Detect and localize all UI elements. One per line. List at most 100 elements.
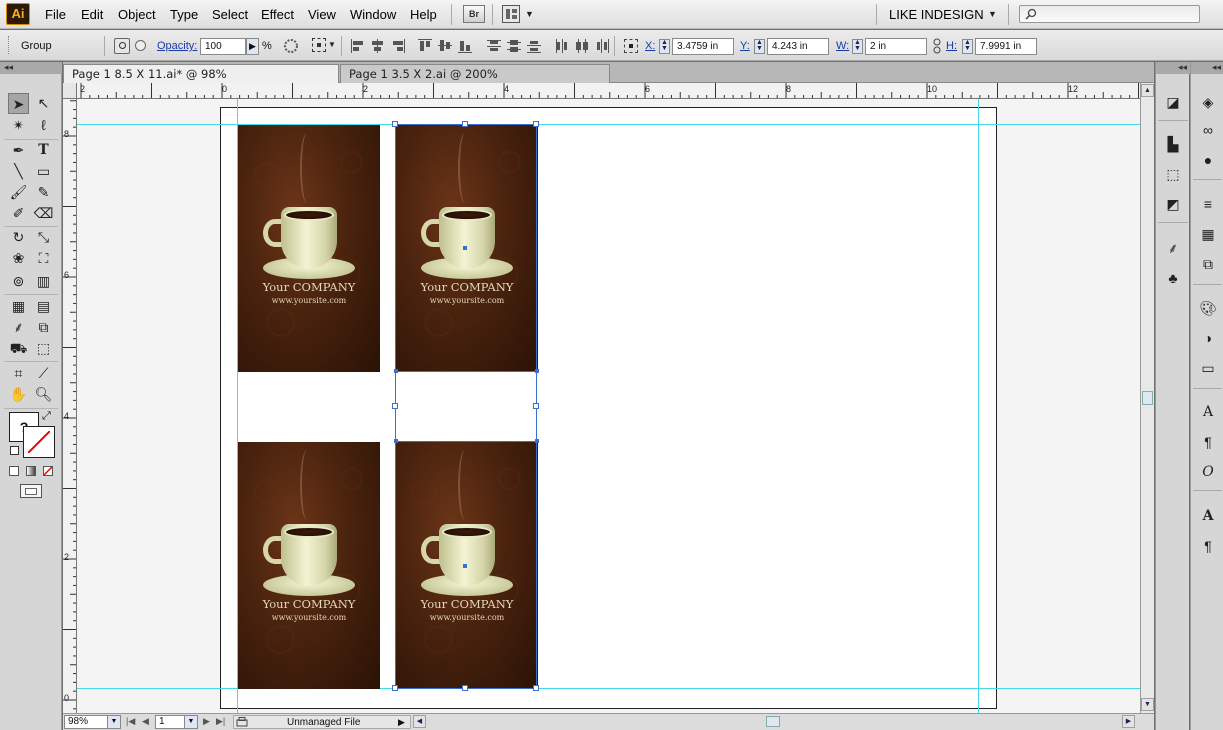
- default-fill-stroke-icon[interactable]: [10, 446, 19, 455]
- eyedropper-icon[interactable]: ⸙: [8, 317, 29, 338]
- x-input[interactable]: 3.4759 in: [672, 38, 734, 55]
- artboards-icon[interactable]: ⧉: [1198, 254, 1218, 274]
- tab-document-8-5x11[interactable]: Page 1 8.5 X 11.ai* @ 98% (CMYK/Preview)…: [63, 64, 339, 99]
- distribute-bottom-icon[interactable]: [526, 38, 542, 54]
- line-icon[interactable]: ╲: [8, 161, 29, 182]
- pen-icon[interactable]: ✒: [8, 140, 29, 161]
- scroll-down-button[interactable]: ▼: [1141, 698, 1154, 711]
- resize-handle[interactable]: [392, 685, 398, 691]
- brushes-icon[interactable]: ⸙: [1163, 238, 1183, 258]
- resize-handle[interactable]: [533, 685, 539, 691]
- menu-edit[interactable]: Edit: [81, 7, 103, 22]
- brush-style-icon[interactable]: [133, 38, 149, 54]
- tab-document-3-5x2[interactable]: Page 1 3.5 X 2.ai @ 200% (CMYK/Preview)✕: [340, 64, 610, 99]
- w-label[interactable]: W:: [836, 40, 849, 52]
- direct-selection-icon[interactable]: ↖: [33, 93, 54, 114]
- scale-icon[interactable]: ⤡: [33, 227, 54, 248]
- reference-point-icon[interactable]: [622, 37, 640, 55]
- warp-icon[interactable]: ❀: [8, 248, 29, 269]
- distribute-left-icon[interactable]: [554, 38, 570, 54]
- resize-handle[interactable]: [392, 121, 398, 127]
- search-input[interactable]: [1019, 5, 1200, 23]
- business-card[interactable]: Your COMPANY www.yoursite.com: [238, 442, 380, 689]
- scroll-up-button[interactable]: ▲: [1141, 84, 1154, 97]
- business-card[interactable]: Your COMPANY www.yoursite.com: [238, 125, 380, 372]
- gradient-panel-icon[interactable]: ▭: [1198, 358, 1218, 378]
- none-mode-icon[interactable]: [43, 466, 53, 476]
- free-transform-icon[interactable]: ⛶: [33, 248, 54, 269]
- screen-mode-icon[interactable]: [20, 484, 42, 498]
- menu-effect[interactable]: Effect: [261, 7, 294, 22]
- selection-bounding-box[interactable]: [395, 124, 537, 689]
- live-paint-icon[interactable]: ⛟: [8, 338, 29, 359]
- magic-wand-icon[interactable]: ✴: [8, 115, 29, 136]
- distribute-horizontal-center-icon[interactable]: [574, 38, 590, 54]
- workspace-switcher[interactable]: LIKE INDESIGN: [889, 7, 984, 22]
- ruler-origin[interactable]: [63, 83, 77, 99]
- resize-handle[interactable]: [462, 121, 468, 127]
- align-top-icon[interactable]: [417, 38, 433, 54]
- layers-icon[interactable]: ◈: [1198, 92, 1218, 112]
- horizontal-ruler[interactable]: 2 0 2 4 6 8 10 12: [77, 83, 1140, 99]
- x-stepper[interactable]: ▲ ▼: [659, 39, 670, 54]
- align-horizontal-center-icon[interactable]: [370, 38, 386, 54]
- character-styles-icon[interactable]: A: [1198, 506, 1218, 526]
- stroke-swatch[interactable]: [23, 426, 55, 458]
- align-panel-icon[interactable]: ▙: [1163, 134, 1183, 154]
- x-label[interactable]: X:: [645, 40, 655, 52]
- chevron-down-icon[interactable]: ▼: [107, 716, 120, 728]
- h-label[interactable]: H:: [946, 40, 957, 52]
- bridge-button[interactable]: Br: [463, 5, 485, 23]
- status-menu[interactable]: Unmanaged File ▶: [233, 715, 411, 729]
- gradient-mode-icon[interactable]: [26, 466, 36, 476]
- chevron-down-icon[interactable]: ▼: [525, 9, 534, 19]
- arrange-documents-button[interactable]: [502, 5, 520, 23]
- appearance-icon[interactable]: ●: [1198, 150, 1218, 170]
- constrain-proportions-icon[interactable]: [932, 38, 942, 54]
- h-input[interactable]: 7.9991 in: [975, 38, 1037, 55]
- distribute-right-icon[interactable]: [594, 38, 610, 54]
- menu-type[interactable]: Type: [170, 7, 198, 22]
- mesh-icon[interactable]: ▦: [8, 296, 29, 317]
- recolor-artwork-icon[interactable]: [283, 38, 299, 54]
- column-graph-icon[interactable]: ▥: [33, 271, 54, 292]
- first-page-icon[interactable]: |◀: [126, 716, 135, 727]
- collapse-icon[interactable]: ◂◂: [1191, 62, 1223, 74]
- y-input[interactable]: 4.243 in: [767, 38, 829, 55]
- lasso-icon[interactable]: ℓ: [33, 115, 54, 136]
- y-label[interactable]: Y:: [740, 40, 750, 52]
- distribute-vertical-center-icon[interactable]: [506, 38, 522, 54]
- align-right-icon[interactable]: [390, 38, 406, 54]
- guide-line[interactable]: [978, 99, 979, 713]
- collapse-icon[interactable]: ◂◂: [0, 62, 62, 74]
- w-input[interactable]: 2 in: [865, 38, 927, 55]
- canvas[interactable]: Your COMPANY www.yoursite.com Your COMPA…: [77, 99, 1140, 713]
- scroll-thumb[interactable]: [766, 716, 780, 727]
- chevron-down-icon[interactable]: ▼: [184, 716, 197, 728]
- zoom-icon[interactable]: 🔍︎: [33, 384, 54, 405]
- artboard-icon[interactable]: ⌗: [8, 363, 29, 384]
- transparency-icon[interactable]: ◑: [1198, 328, 1218, 348]
- stroke-panel-icon[interactable]: ≡: [1198, 194, 1218, 214]
- w-stepper[interactable]: ▲ ▼: [852, 39, 863, 54]
- prev-page-icon[interactable]: ◀: [142, 716, 149, 727]
- menu-select[interactable]: Select: [212, 7, 248, 22]
- links-icon[interactable]: ∞: [1198, 120, 1218, 140]
- menu-view[interactable]: View: [308, 7, 336, 22]
- gradient-icon[interactable]: ▤: [33, 296, 54, 317]
- resize-handle[interactable]: [533, 121, 539, 127]
- next-page-icon[interactable]: ▶: [203, 716, 210, 727]
- h-stepper[interactable]: ▲ ▼: [962, 39, 973, 54]
- paragraph-styles-icon[interactable]: ¶: [1198, 536, 1218, 556]
- rectangle-icon[interactable]: ▭: [33, 161, 54, 182]
- selection-icon[interactable]: ➤: [8, 93, 29, 114]
- align-bottom-icon[interactable]: [457, 38, 473, 54]
- color-mode-icon[interactable]: [9, 466, 19, 476]
- chevron-right-icon[interactable]: ▶: [398, 717, 405, 728]
- symbol-sprayer-icon[interactable]: ⊚: [8, 271, 29, 292]
- opacity-arrow-button[interactable]: ▶: [246, 38, 259, 55]
- hand-icon[interactable]: ✋: [8, 384, 29, 405]
- opentype-icon[interactable]: O: [1198, 462, 1218, 482]
- align-vertical-center-icon[interactable]: [437, 38, 453, 54]
- symbols-icon[interactable]: ♣: [1163, 268, 1183, 288]
